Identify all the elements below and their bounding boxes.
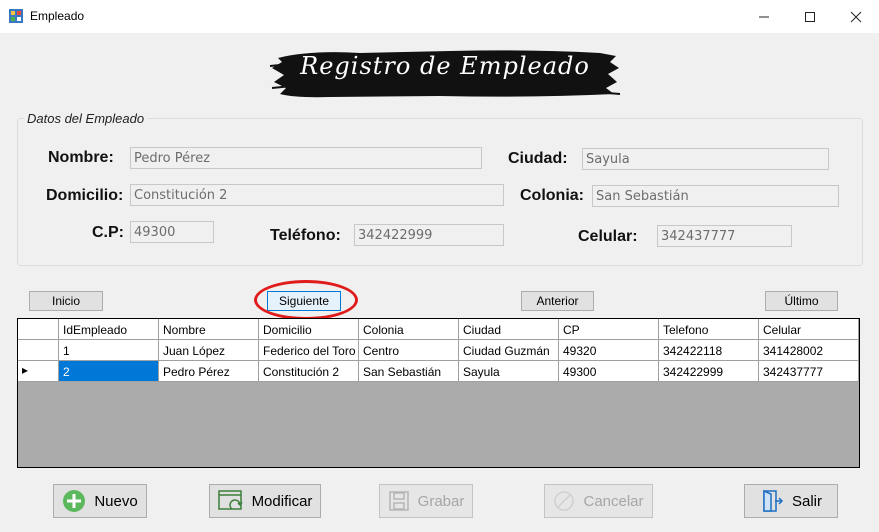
telefono-label: Teléfono: (270, 227, 341, 244)
grabar-label: Grabar (417, 492, 465, 510)
nuevo-button[interactable]: Nuevo (53, 484, 147, 518)
close-button[interactable] (833, 0, 879, 33)
nuevo-label: Nuevo (94, 492, 138, 510)
anterior-button[interactable]: Anterior (521, 291, 594, 311)
ciudad-field[interactable]: Sayula (582, 148, 829, 170)
banner-title: Registro de Empleado (300, 52, 590, 80)
table-cell[interactable]: Constitución 2 (259, 361, 359, 382)
edit-window-icon (217, 490, 243, 510)
celular-field[interactable]: 342437777 (657, 225, 792, 247)
minimize-icon (759, 16, 769, 17)
salir-label: Salir (791, 492, 822, 510)
save-icon (388, 491, 409, 511)
colonia-label: Colonia: (520, 187, 584, 204)
add-icon (63, 490, 86, 512)
highlight-ellipse (254, 280, 358, 320)
column-header[interactable]: Domicilio (259, 319, 359, 340)
cp-label: C.P: (92, 224, 124, 241)
table-cell[interactable]: Pedro Pérez (159, 361, 259, 382)
domicilio-field[interactable]: Constitución 2 (130, 184, 504, 206)
column-header[interactable]: Nombre (159, 319, 259, 340)
table-cell[interactable]: Ciudad Guzmán (459, 340, 559, 361)
table-cell[interactable]: San Sebastián (359, 361, 459, 382)
column-header[interactable]: Colonia (359, 319, 459, 340)
domicilio-label: Domicilio: (46, 187, 124, 204)
cancelar-label: Cancelar (583, 492, 644, 510)
table-cell[interactable]: 342437777 (759, 361, 859, 382)
window-title: Empleado (30, 9, 85, 23)
maximize-button[interactable] (787, 0, 833, 33)
ultimo-button[interactable]: Último (765, 291, 838, 311)
row-header-corner (18, 319, 59, 340)
table-cell[interactable]: 342422118 (659, 340, 759, 361)
cp-field[interactable]: 49300 (130, 221, 214, 243)
table-cell-selected[interactable]: 2 (59, 361, 159, 382)
cancelar-button[interactable]: Cancelar (544, 484, 653, 518)
colonia-field[interactable]: San Sebastián (592, 185, 839, 207)
table-cell[interactable]: Centro (359, 340, 459, 361)
table-cell[interactable]: 49320 (559, 340, 659, 361)
celular-label: Celular: (578, 228, 638, 245)
table-cell[interactable]: Sayula (459, 361, 559, 382)
table-cell[interactable]: 341428002 (759, 340, 859, 361)
modificar-label: Modificar (251, 492, 313, 510)
groupbox-title: Datos del Empleado (24, 111, 148, 126)
cancel-icon (554, 491, 575, 511)
column-header[interactable]: Celular (759, 319, 859, 340)
table-cell[interactable]: Juan López (159, 340, 259, 361)
table-cell[interactable]: 49300 (559, 361, 659, 382)
employee-data-grid[interactable]: IdEmpleado Nombre Domicilio Colonia Ciud… (17, 318, 860, 468)
table-cell[interactable]: 342422999 (659, 361, 759, 382)
nombre-label: Nombre: (48, 149, 114, 166)
salir-button[interactable]: Salir (744, 484, 838, 518)
nombre-field[interactable]: Pedro Pérez (130, 147, 482, 169)
exit-door-icon (763, 489, 784, 512)
telefono-field[interactable]: 342422999 (354, 224, 504, 246)
inicio-button[interactable]: Inicio (29, 291, 103, 311)
row-header[interactable] (18, 340, 59, 361)
grabar-button[interactable]: Grabar (379, 484, 473, 518)
current-row-indicator[interactable]: ▸ (18, 361, 59, 382)
table-cell[interactable]: 1 (59, 340, 159, 361)
column-header[interactable]: Telefono (659, 319, 759, 340)
column-header[interactable]: Ciudad (459, 319, 559, 340)
column-header[interactable]: CP (559, 319, 659, 340)
app-icon (9, 9, 23, 23)
ciudad-label: Ciudad: (508, 150, 568, 167)
modificar-button[interactable]: Modificar (209, 484, 321, 518)
minimize-button[interactable] (741, 0, 787, 33)
table-cell[interactable]: Federico del Toro 1 (259, 340, 359, 361)
column-header[interactable]: IdEmpleado (59, 319, 159, 340)
maximize-icon (805, 11, 815, 22)
close-icon (850, 11, 862, 22)
